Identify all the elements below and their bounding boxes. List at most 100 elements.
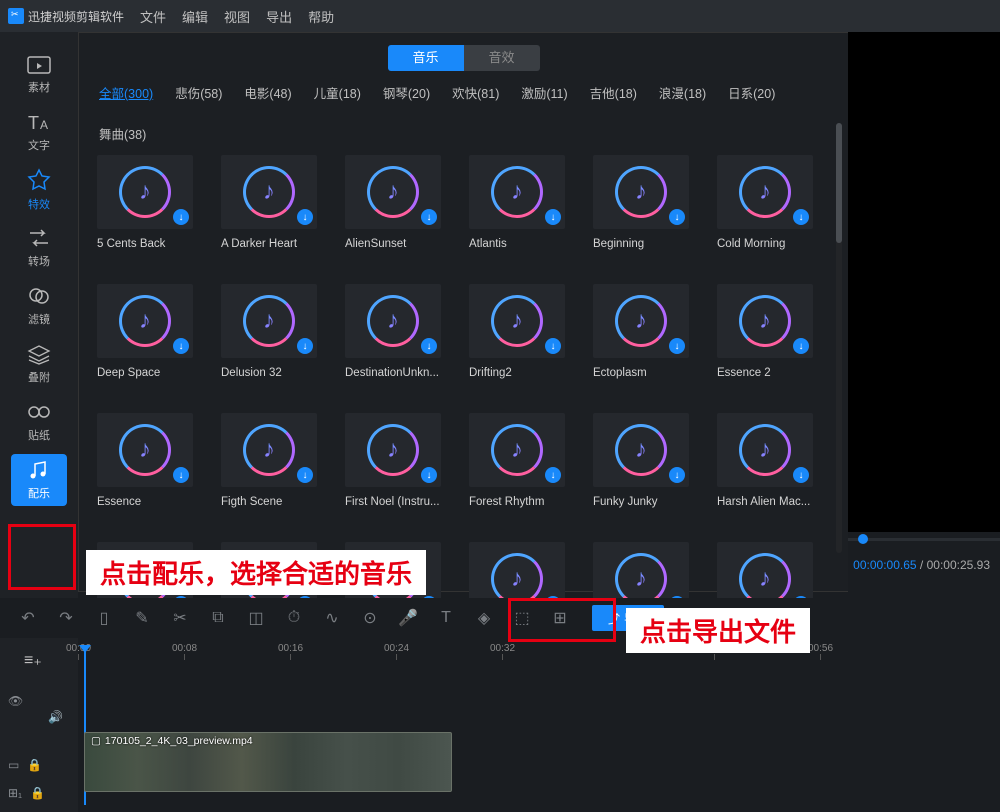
crop-button[interactable]: ⧉ bbox=[208, 608, 228, 628]
redo-button[interactable]: ↷ bbox=[56, 608, 76, 628]
panel-tabs: 音乐 音效 bbox=[79, 33, 848, 83]
music-card[interactable]: ♪ ↓ A Darker Heart bbox=[221, 155, 323, 250]
mic-button[interactable]: 🎤 bbox=[398, 608, 418, 628]
download-icon[interactable]: ↓ bbox=[421, 467, 437, 483]
music-library-panel: 音乐 音效 全部(300) 悲伤(58) 电影(48) 儿童(18) 钢琴(20) 欢快(… bbox=[78, 32, 848, 592]
edit-button[interactable]: ✎ bbox=[132, 608, 152, 628]
scrollbar-thumb[interactable] bbox=[836, 123, 842, 243]
download-icon[interactable]: ↓ bbox=[545, 467, 561, 483]
annotation-text-2: 点击导出文件 bbox=[626, 608, 810, 653]
category-item[interactable]: 儿童(18) bbox=[314, 83, 361, 102]
category-row: 全部(300) 悲伤(58) 电影(48) 儿童(18) 钢琴(20) 欢快(81) 激励(… bbox=[79, 83, 848, 155]
cut-button[interactable]: ✂ bbox=[170, 608, 190, 628]
download-icon[interactable]: ↓ bbox=[793, 467, 809, 483]
music-card[interactable]: ♪ ↓ DestinationUnkn... bbox=[345, 284, 447, 379]
download-icon[interactable]: ↓ bbox=[669, 209, 685, 225]
music-card[interactable]: ♪ ↓ Essence bbox=[97, 413, 199, 508]
download-icon[interactable]: ↓ bbox=[173, 209, 189, 225]
category-item[interactable]: 悲伤(58) bbox=[175, 83, 222, 102]
preview-seek-handle[interactable] bbox=[858, 534, 868, 544]
menu-view[interactable]: 视图 bbox=[224, 7, 250, 26]
menu-export[interactable]: 导出 bbox=[266, 7, 292, 26]
music-card[interactable]: ♪ ↓ First Noel (Instru... bbox=[345, 413, 447, 508]
category-item[interactable]: 全部(300) bbox=[99, 83, 153, 102]
music-name: Beginning bbox=[593, 238, 695, 250]
category-item[interactable]: 电影(48) bbox=[244, 83, 291, 102]
add-track-button[interactable]: ≡₊ bbox=[24, 650, 42, 670]
music-card[interactable]: ♪ ↓ Atlantis bbox=[469, 155, 571, 250]
sidebar-item-effects[interactable]: 特效 bbox=[11, 164, 67, 216]
menu-file[interactable]: 文件 bbox=[140, 7, 166, 26]
note-icon: ♪ bbox=[759, 307, 771, 335]
speed-button[interactable]: ⏱ bbox=[284, 608, 304, 628]
download-icon[interactable]: ↓ bbox=[793, 338, 809, 354]
music-card[interactable]: ♪ ↓ 5 Cents Back bbox=[97, 155, 199, 250]
category-item[interactable]: 舞曲(38) bbox=[99, 124, 146, 143]
tool-extra1[interactable]: ⬚ bbox=[512, 608, 532, 628]
download-icon[interactable]: ↓ bbox=[545, 338, 561, 354]
category-item[interactable]: 浪漫(18) bbox=[659, 83, 706, 102]
download-icon[interactable]: ↓ bbox=[669, 467, 685, 483]
note-icon: ♪ bbox=[635, 178, 647, 206]
music-card[interactable]: ♪ ↓ Drifting2 bbox=[469, 284, 571, 379]
music-card[interactable]: ♪ ↓ Ectoplasm bbox=[593, 284, 695, 379]
sidebar-item-sticker[interactable]: 贴纸 bbox=[11, 396, 67, 448]
category-item[interactable]: 吉他(18) bbox=[590, 83, 637, 102]
music-card[interactable]: ♪ ↓ Cold Morning bbox=[717, 155, 819, 250]
category-item[interactable]: 激励(11) bbox=[521, 83, 567, 102]
scrollbar[interactable] bbox=[836, 123, 842, 553]
category-item[interactable]: 欢快(81) bbox=[452, 83, 499, 102]
volume-button[interactable]: ∿ bbox=[322, 608, 342, 628]
download-icon[interactable]: ↓ bbox=[545, 209, 561, 225]
sidebar-item-transition[interactable]: 转场 bbox=[11, 222, 67, 274]
sidebar-item-text[interactable]: TA 文字 bbox=[11, 106, 67, 158]
sound-icon[interactable]: 🔊 bbox=[48, 710, 63, 724]
music-card[interactable]: ♪ ↓ Harsh Alien Mac... bbox=[717, 413, 819, 508]
preview-seek-track[interactable] bbox=[848, 538, 1000, 541]
text-button[interactable]: T bbox=[436, 608, 456, 628]
timeline-ruler[interactable]: 00:0000:0800:1600:2400:3200:4800:56 bbox=[66, 643, 1000, 665]
marker-button[interactable]: ◈ bbox=[474, 608, 494, 628]
tab-music[interactable]: 音乐 bbox=[388, 45, 464, 71]
menu-edit[interactable]: 编辑 bbox=[182, 7, 208, 26]
download-icon[interactable]: ↓ bbox=[669, 338, 685, 354]
tool-extra2[interactable]: ⊞ bbox=[550, 608, 570, 628]
record-button[interactable]: ⊙ bbox=[360, 608, 380, 628]
music-card[interactable]: ♪ ↓ Essence 2 bbox=[717, 284, 819, 379]
download-icon[interactable]: ↓ bbox=[297, 338, 313, 354]
sidebar-item-overlay[interactable]: 叠附 bbox=[11, 338, 67, 390]
mask-button[interactable]: ◫ bbox=[246, 608, 266, 628]
music-card[interactable]: ♪ ↓ Funky Junky bbox=[593, 413, 695, 508]
download-icon[interactable]: ↓ bbox=[793, 209, 809, 225]
music-card[interactable]: ♪ ↓ Figth Scene bbox=[221, 413, 323, 508]
music-card[interactable]: ♪ ↓ Forest Rhythm bbox=[469, 413, 571, 508]
tab-sfx[interactable]: 音效 bbox=[464, 45, 540, 71]
download-icon[interactable]: ↓ bbox=[173, 338, 189, 354]
menu-help[interactable]: 帮助 bbox=[308, 7, 334, 26]
sidebar-item-filter[interactable]: 滤镜 bbox=[11, 280, 67, 332]
download-icon[interactable]: ↓ bbox=[297, 467, 313, 483]
sidebar-item-label: 文字 bbox=[28, 137, 50, 153]
music-card[interactable]: ♪ ↓ Deep Space bbox=[97, 284, 199, 379]
sidebar-item-music[interactable]: 配乐 bbox=[11, 454, 67, 506]
eye-icon[interactable]: 👁 bbox=[8, 694, 23, 708]
timeline-clip[interactable]: ▢ 170105_2_4K_03_preview.mp4 bbox=[84, 732, 452, 792]
note-icon: ♪ bbox=[759, 565, 771, 593]
music-card[interactable]: ♪ ↓ Beginning bbox=[593, 155, 695, 250]
lock-icon[interactable]: 🔒 bbox=[27, 758, 42, 772]
music-thumbnail: ♪ ↓ bbox=[221, 413, 317, 487]
undo-button[interactable]: ↶ bbox=[18, 608, 38, 628]
download-icon[interactable]: ↓ bbox=[173, 467, 189, 483]
sidebar-item-material[interactable]: 素材 bbox=[11, 48, 67, 100]
download-icon[interactable]: ↓ bbox=[297, 209, 313, 225]
category-item[interactable]: 日系(20) bbox=[728, 83, 775, 102]
category-item[interactable]: 钢琴(20) bbox=[383, 83, 430, 102]
split-button[interactable]: ▯ bbox=[94, 608, 114, 628]
download-icon[interactable]: ↓ bbox=[421, 338, 437, 354]
music-card[interactable]: ♪ ↓ Delusion 32 bbox=[221, 284, 323, 379]
music-card[interactable]: ♪ ↓ AlienSunset bbox=[345, 155, 447, 250]
music-thumbnail: ♪ ↓ bbox=[221, 155, 317, 229]
download-icon[interactable]: ↓ bbox=[421, 209, 437, 225]
lock-icon[interactable]: 🔒 bbox=[30, 786, 45, 800]
music-name: Atlantis bbox=[469, 238, 571, 250]
